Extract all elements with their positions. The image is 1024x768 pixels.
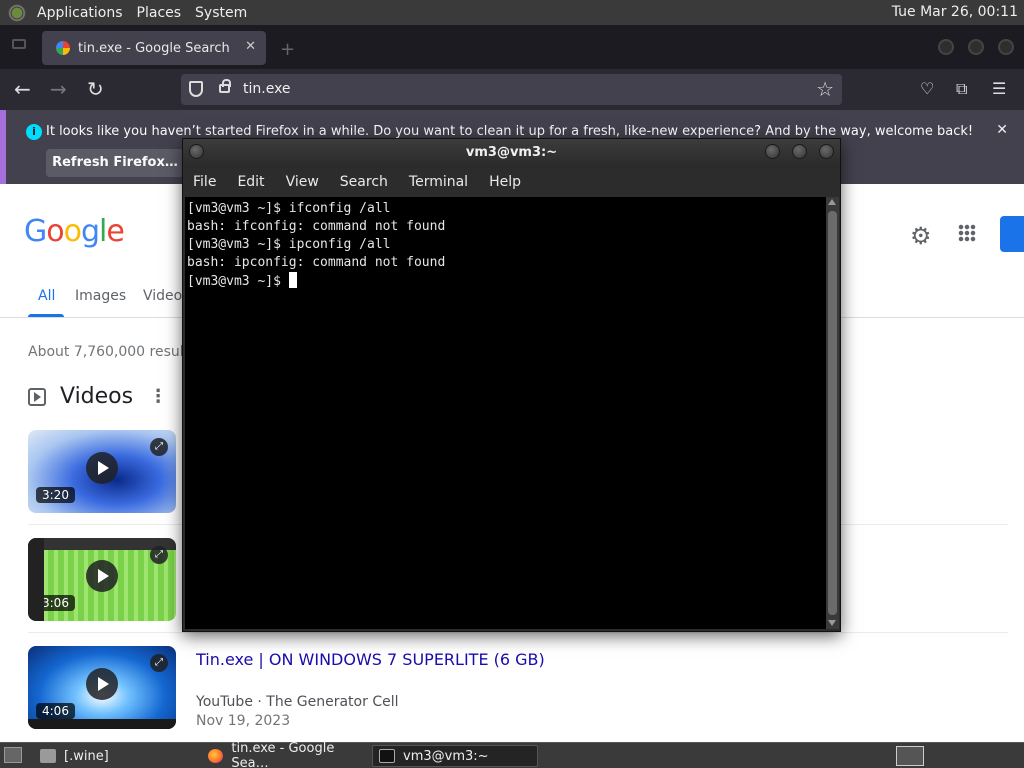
scrollbar-thumb[interactable] — [828, 211, 837, 615]
terminal-menubar: File Edit View Search Terminal Help — [183, 167, 840, 197]
extensions-icon[interactable]: ⧉ — [956, 79, 967, 99]
google-logo[interactable]: Google — [24, 214, 125, 249]
browser-nav-bar: ← → ↻ tin.exe ☆ ♡ ⧉ ☰ — [0, 69, 1024, 110]
video-result-title-link[interactable]: Tin.exe | ON WINDOWS 7 SUPERLITE (6 GB) — [196, 650, 545, 669]
top-panel: Applications Places System Tue Mar 26, 0… — [0, 0, 1024, 25]
menu-help[interactable]: Help — [489, 174, 521, 190]
taskbar-label: tin.exe - Google Sea… — [231, 741, 335, 768]
play-icon[interactable] — [86, 560, 118, 592]
taskbar-label: vm3@vm3:~ — [403, 748, 489, 764]
firefox-icon — [208, 749, 224, 763]
refresh-firefox-button[interactable]: Refresh Firefox… — [46, 149, 184, 177]
google-apps-icon[interactable] — [958, 224, 976, 242]
expand-icon[interactable]: ⤢ — [150, 546, 168, 564]
terminal-line: [vm3@vm3 ~]$ ifconfig /all — [187, 201, 391, 216]
terminal-window[interactable]: vm3@vm3:~ File Edit View Search Terminal… — [182, 138, 841, 632]
expand-icon[interactable]: ⤢ — [150, 654, 168, 672]
lock-icon[interactable] — [219, 79, 231, 93]
video-thumbnail-2[interactable]: ⤢ 3:06 — [28, 538, 176, 621]
info-icon: i — [26, 124, 42, 140]
video-duration: 4:06 — [36, 703, 75, 719]
tracking-shield-icon[interactable] — [189, 81, 203, 97]
minimize-icon[interactable] — [765, 144, 780, 159]
videos-heading: Videos — [60, 384, 134, 409]
active-tab-indicator — [28, 314, 64, 317]
tab-all[interactable]: All — [38, 288, 55, 304]
show-desktop-icon[interactable] — [4, 747, 22, 763]
terminal-titlebar[interactable]: vm3@vm3:~ — [183, 139, 840, 167]
terminal-scrollbar[interactable] — [826, 197, 839, 629]
new-tab-icon[interactable]: + — [280, 39, 295, 60]
close-window-icon[interactable] — [998, 39, 1014, 55]
system-menu[interactable]: System — [190, 5, 256, 21]
taskbar-item-firefox[interactable]: tin.exe - Google Sea… — [202, 741, 370, 768]
menu-search[interactable]: Search — [340, 174, 388, 190]
terminal-icon — [379, 749, 395, 763]
divider — [28, 632, 1008, 633]
maximize-icon[interactable] — [792, 144, 807, 159]
places-menu[interactable]: Places — [132, 5, 191, 21]
url-bar[interactable]: tin.exe ☆ — [181, 74, 842, 105]
folder-icon — [40, 749, 56, 763]
menu-view[interactable]: View — [286, 174, 319, 190]
url-text[interactable]: tin.exe — [243, 81, 291, 97]
menu-hamburger-icon[interactable]: ☰ — [992, 79, 1006, 98]
close-icon[interactable] — [819, 144, 834, 159]
tab-images[interactable]: Images — [75, 288, 126, 304]
result-stats: About 7,760,000 results — [28, 344, 197, 360]
sign-in-button[interactable] — [1000, 216, 1024, 252]
play-icon[interactable] — [86, 452, 118, 484]
text-cursor — [288, 272, 297, 288]
video-section-icon — [28, 387, 46, 406]
terminal-prompt: [vm3@vm3 ~]$ — [187, 274, 289, 289]
minimize-window-icon[interactable] — [938, 39, 954, 55]
scroll-down-icon[interactable] — [828, 620, 836, 626]
pocket-icon[interactable]: ♡ — [920, 79, 934, 98]
settings-gear-icon[interactable]: ⚙ — [910, 222, 932, 250]
bottom-taskbar: [.wine] tin.exe - Google Sea… vm3@vm3:~ — [0, 741, 1024, 768]
video-result-date: Nov 19, 2023 — [196, 713, 291, 729]
terminal-line: bash: ipconfig: command not found — [187, 255, 446, 270]
video-thumbnail-3[interactable]: ⤢ 4:06 — [28, 646, 176, 729]
applications-menu[interactable]: Applications — [32, 5, 132, 21]
clock[interactable]: Tue Mar 26, 00:11 — [892, 4, 1018, 20]
play-icon[interactable] — [86, 668, 118, 700]
notice-close-icon[interactable]: ✕ — [996, 122, 1008, 138]
taskbar-item-wine[interactable]: [.wine] — [34, 745, 200, 767]
notice-message: It looks like you haven’t started Firefo… — [46, 124, 974, 139]
browser-tab-google[interactable]: tin.exe - Google Search ✕ — [42, 31, 266, 65]
taskbar-item-terminal[interactable]: vm3@vm3:~ — [372, 745, 538, 767]
scroll-up-icon[interactable] — [828, 199, 836, 205]
reload-icon[interactable]: ↻ — [87, 77, 104, 101]
video-result-source: YouTube · The Generator Cell — [196, 694, 399, 710]
taskbar-label: [.wine] — [64, 748, 109, 764]
terminal-title: vm3@vm3:~ — [465, 145, 558, 160]
google-favicon-icon — [56, 41, 70, 55]
menu-edit[interactable]: Edit — [237, 174, 264, 190]
forward-icon[interactable]: → — [50, 77, 67, 101]
video-thumbnail-1[interactable]: ⤢ 3:20 — [28, 430, 176, 513]
terminal-line: [vm3@vm3 ~]$ ipconfig /all — [187, 237, 391, 252]
browser-tab-bar: tin.exe - Google Search ✕ + — [0, 25, 1024, 69]
terminal-prompt-line[interactable]: [vm3@vm3 ~]$ — [187, 272, 824, 291]
menu-terminal[interactable]: Terminal — [409, 174, 468, 190]
terminal-line: bash: ifconfig: command not found — [187, 219, 446, 234]
bookmark-star-icon[interactable]: ☆ — [816, 77, 834, 101]
tab-list-icon[interactable] — [12, 39, 26, 49]
video-duration: 3:06 — [36, 595, 75, 611]
maximize-window-icon[interactable] — [968, 39, 984, 55]
more-options-icon[interactable]: ⋮ — [149, 386, 167, 407]
tab-close-icon[interactable]: ✕ — [245, 39, 256, 54]
expand-icon[interactable]: ⤢ — [150, 438, 168, 456]
terminal-output[interactable]: [vm3@vm3 ~]$ ifconfig /all bash: ifconfi… — [185, 197, 826, 629]
menu-file[interactable]: File — [193, 174, 216, 190]
tab-title: tin.exe - Google Search — [78, 40, 230, 56]
back-icon[interactable]: ← — [14, 77, 31, 101]
videos-section-header: Videos ⋮ — [28, 384, 167, 409]
workspace-switcher[interactable] — [896, 746, 924, 766]
distro-logo-icon[interactable] — [8, 3, 26, 22]
video-duration: 3:20 — [36, 487, 75, 503]
